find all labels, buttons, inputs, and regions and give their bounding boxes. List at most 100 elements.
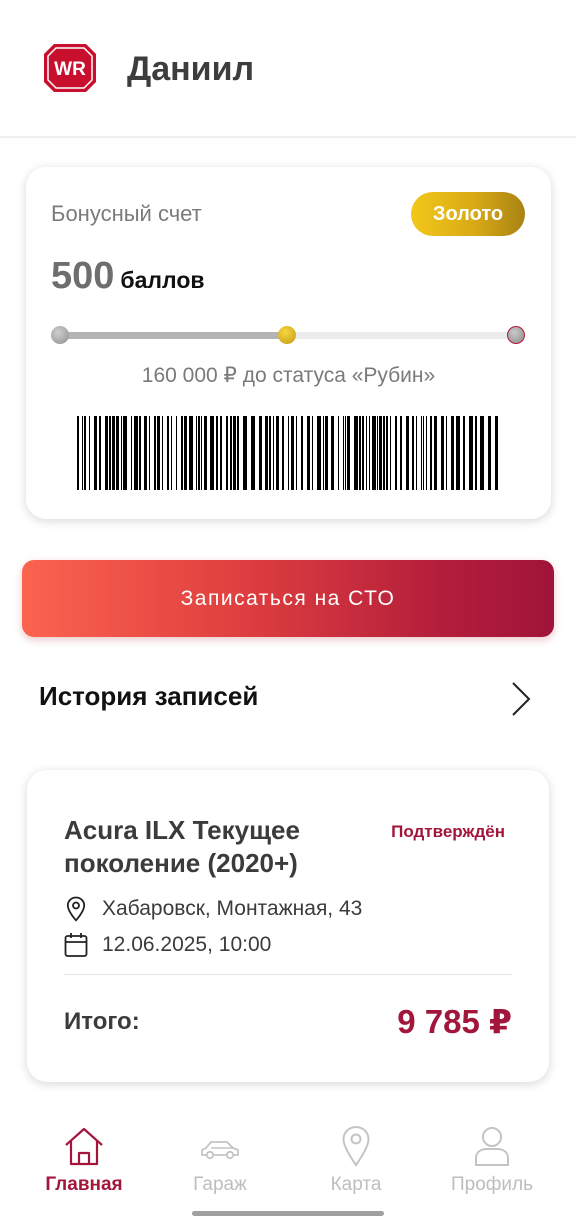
car-title: Acura ILX Текущее поколение (2020+)	[64, 815, 300, 878]
appointment-card[interactable]: Acura ILX Текущее поколение (2020+) Подт…	[27, 770, 549, 1082]
barcode-bar	[359, 416, 361, 490]
total-value: 9 785 ₽	[397, 1003, 512, 1040]
barcode-bar	[181, 416, 183, 490]
logo-text: WR	[54, 59, 86, 80]
address-text: Хабаровск, Монтажная, 43	[102, 897, 363, 920]
barcode-bar	[77, 416, 79, 490]
bottom-tab-bar: Главная Гараж Карта Профиль	[0, 1110, 576, 1220]
barcode-bar	[366, 416, 367, 490]
barcode-bar	[220, 416, 222, 490]
tab-profile[interactable]: Профиль	[422, 1124, 562, 1204]
appointment-status: Подтверждён	[391, 822, 505, 841]
barcode-bar	[480, 416, 484, 490]
barcode-bar	[259, 416, 262, 490]
barcode-bar	[109, 416, 111, 490]
barcode-bar	[400, 416, 402, 490]
barcode-bar	[226, 416, 228, 490]
barcode-bar	[230, 416, 232, 490]
barcode-bar	[416, 416, 417, 490]
address-row: Хабаровск, Монтажная, 43	[64, 896, 362, 922]
progress-start-dot	[51, 326, 69, 344]
barcode-bar	[121, 416, 122, 490]
total-label: Итого:	[64, 1008, 140, 1035]
barcode-bar	[441, 416, 444, 490]
barcode-bar	[323, 416, 324, 490]
barcode-bar	[421, 416, 422, 490]
barcode-bar	[372, 416, 376, 490]
barcode-bar	[369, 416, 370, 490]
status-badge: Золото	[411, 192, 525, 236]
barcode-bar	[251, 416, 255, 490]
barcode-bar	[204, 416, 207, 490]
progress-current-dot	[278, 326, 296, 344]
home-indicator	[192, 1211, 384, 1216]
map-pin-icon	[342, 1125, 370, 1167]
barcode-bar	[383, 416, 385, 490]
barcode-bar	[269, 416, 271, 490]
barcode-bar	[469, 416, 473, 490]
barcode-bar	[451, 416, 454, 490]
barcode-bar	[154, 416, 156, 490]
tab-home-label: Главная	[45, 1174, 123, 1195]
user-icon	[475, 1127, 509, 1166]
barcode-bar	[210, 416, 214, 490]
barcode-bar	[379, 416, 382, 490]
chevron-right-icon	[512, 682, 531, 716]
barcode-bar	[139, 416, 141, 490]
barcode-bar	[216, 416, 218, 490]
tab-map-label: Карта	[330, 1174, 382, 1195]
tab-profile-label: Профиль	[450, 1174, 534, 1195]
barcode-bar	[276, 416, 279, 490]
barcode-bar	[423, 416, 424, 490]
barcode-bar	[347, 416, 350, 490]
barcode-bar	[282, 416, 284, 490]
barcode-bar	[149, 416, 150, 490]
status-progress-fill	[60, 332, 288, 339]
barcode-bar	[495, 416, 498, 490]
history-title: История записей	[39, 681, 259, 711]
home-icon	[65, 1127, 103, 1166]
barcode-bar	[184, 416, 187, 490]
tab-garage[interactable]: Гараж	[150, 1124, 290, 1204]
barcode-bar	[243, 416, 247, 490]
barcode-bar	[196, 416, 197, 490]
datetime-row: 12.06.2025, 10:00	[64, 932, 271, 958]
bonus-title: Бонусный счет	[51, 201, 202, 226]
barcode-bar	[456, 416, 460, 490]
barcode-bar	[430, 416, 432, 490]
barcode-bar	[338, 416, 339, 490]
history-link[interactable]: История записей	[22, 664, 554, 732]
barcode-bar	[99, 416, 101, 490]
barcode-bar	[446, 416, 447, 490]
barcode	[77, 416, 498, 490]
barcode-bar	[488, 416, 491, 490]
barcode-bar	[237, 416, 239, 490]
barcode-bar	[406, 416, 409, 490]
tab-home[interactable]: Главная	[14, 1124, 154, 1204]
barcode-bar	[475, 416, 477, 490]
barcode-bar	[157, 416, 160, 490]
barcode-bar	[412, 416, 414, 490]
car-icon	[201, 1141, 239, 1160]
barcode-bar	[301, 416, 303, 490]
book-service-button[interactable]: Записаться на СТО	[22, 560, 554, 637]
tab-garage-label: Гараж	[193, 1174, 247, 1195]
barcode-bar	[189, 416, 193, 490]
points-balance: 500 баллов	[51, 255, 205, 298]
barcode-bar	[94, 416, 97, 490]
barcode-bar	[105, 416, 108, 490]
barcode-bar	[233, 416, 236, 490]
bonus-card[interactable]: Бонусный счет Золото 500 баллов 160 000 ₽…	[26, 167, 551, 519]
app-header: WR Даниил	[0, 0, 576, 138]
barcode-bar	[312, 416, 313, 490]
barcode-bar	[307, 416, 310, 490]
barcode-bar	[116, 416, 119, 490]
barcode-bar	[201, 416, 202, 490]
barcode-bar	[331, 416, 334, 490]
barcode-bar	[89, 416, 90, 490]
barcode-bar	[354, 416, 358, 490]
tab-map[interactable]: Карта	[286, 1124, 426, 1204]
barcode-bar	[176, 416, 177, 490]
progress-next-level-dot	[507, 326, 525, 344]
divider	[64, 974, 512, 975]
